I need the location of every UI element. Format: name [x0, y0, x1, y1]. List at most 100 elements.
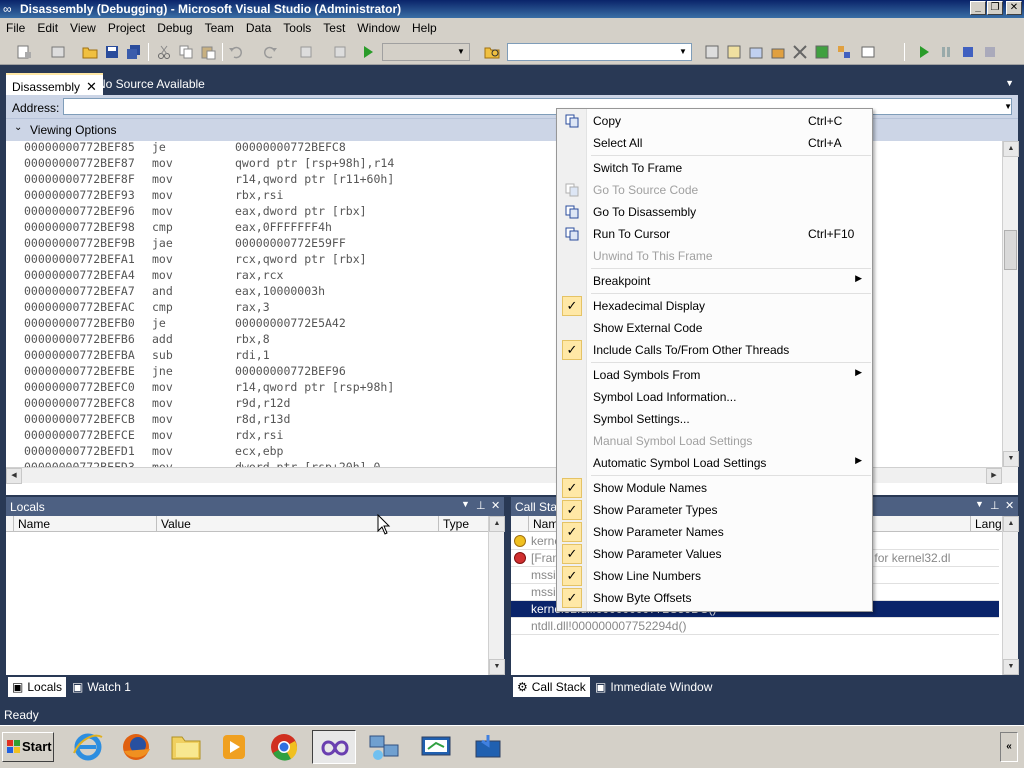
- menu-item-show-byte-offsets[interactable]: ✓ Show Byte Offsets: [559, 587, 870, 609]
- locals-vertical-scrollbar[interactable]: ▲ ▼: [488, 516, 505, 675]
- column-type[interactable]: Type: [439, 516, 490, 532]
- navigate-backward-icon[interactable]: [298, 44, 314, 60]
- scroll-up-icon[interactable]: ▲: [1003, 516, 1019, 532]
- menu-item-show-module-names[interactable]: ✓ Show Module Names: [559, 477, 870, 499]
- menu-window[interactable]: Window: [351, 18, 406, 38]
- tab-call-stack[interactable]: ⚙ Call Stack: [513, 677, 590, 697]
- scroll-up-icon[interactable]: ▲: [489, 516, 505, 532]
- chevron-down-icon[interactable]: ▼: [1005, 78, 1014, 88]
- close-icon[interactable]: ✕: [491, 499, 500, 512]
- pin-icon[interactable]: ⊥: [476, 499, 486, 512]
- tab-no-source-available[interactable]: No Source Available: [91, 73, 211, 95]
- break-all-icon[interactable]: [938, 44, 954, 60]
- open-file-icon[interactable]: [82, 44, 98, 60]
- export-icon[interactable]: [814, 44, 830, 60]
- menu-edit[interactable]: Edit: [31, 18, 64, 38]
- visual-studio-taskbar-button[interactable]: [312, 730, 356, 764]
- scroll-down-icon[interactable]: ▼: [489, 659, 505, 675]
- scroll-right-icon[interactable]: ▶: [986, 468, 1002, 484]
- media-player-icon[interactable]: [214, 731, 254, 763]
- menu-item-automatic-symbol-load-settings[interactable]: Automatic Symbol Load Settings ▶: [559, 452, 870, 474]
- start-debugging-icon[interactable]: [360, 44, 376, 60]
- start-button[interactable]: Start: [2, 732, 54, 762]
- internet-explorer-icon[interactable]: [68, 731, 108, 763]
- close-window-button[interactable]: ✕: [1006, 1, 1022, 15]
- menu-item-symbol-load-information[interactable]: Symbol Load Information...: [559, 386, 870, 408]
- navigate-forward-icon[interactable]: [332, 44, 348, 60]
- vertical-scrollbar[interactable]: ▲ ▼: [1002, 141, 1019, 467]
- menu-item-copy[interactable]: Copy Ctrl+C: [559, 110, 870, 132]
- restart-icon[interactable]: [982, 44, 998, 60]
- menu-item-show-parameter-types[interactable]: ✓ Show Parameter Types: [559, 499, 870, 521]
- save-icon[interactable]: [104, 44, 120, 60]
- menu-item-go-to-disassembly[interactable]: Go To Disassembly: [559, 201, 870, 223]
- find-in-files-icon[interactable]: [484, 44, 500, 60]
- properties-icon[interactable]: [726, 44, 742, 60]
- menu-help[interactable]: Help: [406, 18, 443, 38]
- notification-area-expand[interactable]: «: [1000, 732, 1018, 762]
- solution-configuration-dropdown[interactable]: ▼: [382, 43, 470, 61]
- menu-item-load-symbols-from[interactable]: Load Symbols From ▶: [559, 364, 870, 386]
- menu-item-select-all[interactable]: Select All Ctrl+A: [559, 132, 870, 154]
- tab-watch-1[interactable]: ▣ Watch 1: [68, 677, 135, 697]
- copy-icon[interactable]: [178, 44, 194, 60]
- menu-item-hexadecimal-display[interactable]: ✓ Hexadecimal Display: [559, 295, 870, 317]
- scroll-down-icon[interactable]: ▼: [1003, 659, 1019, 675]
- tab-locals[interactable]: ▣ Locals: [8, 677, 67, 697]
- restore-button[interactable]: ❐: [987, 1, 1003, 15]
- tab-immediate-window[interactable]: ▣ Immediate Window: [591, 677, 716, 697]
- tools-icon[interactable]: [792, 44, 808, 60]
- window-layout-icon[interactable]: [860, 44, 876, 60]
- menu-item-run-to-cursor[interactable]: Run To Cursor Ctrl+F10: [559, 223, 870, 245]
- scroll-thumb[interactable]: [1004, 230, 1017, 270]
- stop-debugging-icon[interactable]: [960, 44, 976, 60]
- chevron-down-icon[interactable]: ▼: [1004, 102, 1012, 111]
- menu-item-manual-symbol-load-settings[interactable]: Manual Symbol Load Settings: [559, 430, 870, 452]
- chevron-down-icon[interactable]: ▼: [461, 499, 470, 509]
- minimize-button[interactable]: _: [970, 1, 986, 15]
- toolbox-icon[interactable]: [770, 44, 786, 60]
- undo-icon[interactable]: [228, 44, 244, 60]
- object-browser-icon[interactable]: [748, 44, 764, 60]
- menu-file[interactable]: File: [0, 18, 31, 38]
- paste-icon[interactable]: [200, 44, 216, 60]
- menu-item-symbol-settings[interactable]: Symbol Settings...: [559, 408, 870, 430]
- menu-item-include-calls-to-from-other-threads[interactable]: ✓ Include Calls To/From Other Threads: [559, 339, 870, 361]
- close-icon[interactable]: ✕: [1005, 499, 1014, 512]
- menu-data[interactable]: Data: [240, 18, 277, 38]
- call-stack-vertical-scrollbar[interactable]: ▲ ▼: [1002, 516, 1019, 675]
- continue-icon[interactable]: [916, 44, 932, 60]
- menu-item-go-to-source-code[interactable]: Go To Source Code: [559, 179, 870, 201]
- menu-item-show-line-numbers[interactable]: ✓ Show Line Numbers: [559, 565, 870, 587]
- menu-item-show-parameter-names[interactable]: ✓ Show Parameter Names: [559, 521, 870, 543]
- solution-explorer-icon[interactable]: [704, 44, 720, 60]
- menu-view[interactable]: View: [64, 18, 102, 38]
- call-stack-row[interactable]: ntdll.dll!000000007752294d(): [511, 618, 999, 635]
- firefox-icon[interactable]: [116, 731, 156, 763]
- column-language[interactable]: Lang: [971, 516, 1002, 532]
- column-value[interactable]: Value: [157, 516, 439, 532]
- menu-debug[interactable]: Debug: [151, 18, 198, 38]
- save-all-icon[interactable]: [126, 44, 142, 60]
- menu-item-show-parameter-values[interactable]: ✓ Show Parameter Values: [559, 543, 870, 565]
- scroll-down-icon[interactable]: ▼: [1003, 451, 1019, 467]
- menu-team[interactable]: Team: [199, 18, 240, 38]
- menu-tools[interactable]: Tools: [277, 18, 317, 38]
- class-view-icon[interactable]: [836, 44, 852, 60]
- menu-item-unwind-to-this-frame[interactable]: Unwind To This Frame: [559, 245, 870, 267]
- scroll-left-icon[interactable]: ◀: [6, 468, 22, 484]
- folder-icon[interactable]: [166, 731, 206, 763]
- remote-desktop-icon[interactable]: [416, 731, 456, 763]
- network-setup-icon[interactable]: [468, 731, 508, 763]
- network-icon[interactable]: [364, 731, 404, 763]
- find-combo[interactable]: ▼: [507, 43, 692, 61]
- collapse-chevron-icon[interactable]: ⌄: [14, 122, 22, 133]
- scroll-up-icon[interactable]: ▲: [1003, 141, 1019, 157]
- chrome-icon[interactable]: [264, 731, 304, 763]
- pin-icon[interactable]: ⊥: [990, 499, 1000, 512]
- menu-item-breakpoint[interactable]: Breakpoint ▶: [559, 270, 870, 292]
- menu-project[interactable]: Project: [102, 18, 151, 38]
- chevron-down-icon[interactable]: ▼: [975, 499, 984, 509]
- add-item-icon[interactable]: [50, 44, 66, 60]
- menu-test[interactable]: Test: [317, 18, 351, 38]
